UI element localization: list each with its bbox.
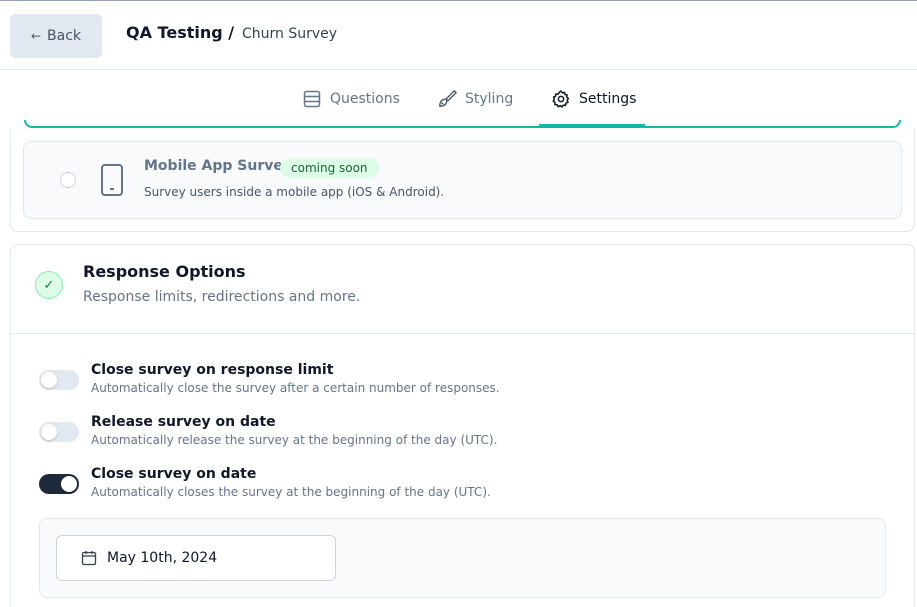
check-icon: ✓ (35, 271, 63, 299)
tab-settings[interactable]: Settings (539, 71, 645, 126)
tab-questions[interactable]: Questions (302, 71, 400, 126)
response-options-title[interactable]: Response Options (83, 262, 246, 281)
calendar-icon (81, 551, 97, 566)
close-date-picker[interactable]: May 10th, 2024 (56, 535, 336, 581)
smartphone-icon (101, 164, 123, 196)
editor-tabs: Questions Styling Settings (0, 71, 917, 126)
toggle-knob (41, 424, 57, 440)
toggle-knob (61, 476, 77, 492)
gear-icon (552, 89, 570, 108)
response-options-description: Response limits, redirections and more. (83, 289, 361, 305)
selected-option-border (24, 120, 901, 128)
close-on-response-limit-description: Automatically close the survey after a c… (91, 381, 500, 395)
mobile-app-survey-description: Survey users inside a mobile app (iOS & … (144, 185, 445, 199)
back-button-label: Back (47, 28, 82, 44)
divider (11, 333, 914, 334)
tab-settings-label: Settings (579, 90, 637, 107)
survey-name[interactable]: Churn Survey (242, 26, 337, 42)
release-on-date-title: Release survey on date (91, 414, 276, 430)
mobile-app-survey-option (23, 141, 902, 219)
close-on-response-limit-toggle[interactable] (39, 370, 79, 390)
mobile-app-survey-title: Mobile App Survey (144, 158, 292, 174)
close-on-response-limit-title: Close survey on response limit (91, 362, 334, 378)
close-on-date-title: Close survey on date (91, 466, 257, 482)
list-icon (303, 90, 321, 107)
release-on-date-toggle[interactable] (39, 422, 79, 442)
tab-styling[interactable]: Styling (437, 71, 513, 126)
toggle-knob (41, 372, 57, 388)
tab-questions-label: Questions (330, 90, 400, 107)
close-on-date-description: Automatically closes the survey at the b… (91, 485, 491, 499)
tab-styling-label: Styling (465, 90, 514, 107)
release-on-date-description: Automatically release the survey at the … (91, 433, 498, 447)
paintbrush-icon (439, 89, 457, 107)
breadcrumb-project[interactable]: QA Testing / (126, 23, 234, 42)
close-date-value: May 10th, 2024 (107, 550, 218, 566)
mobile-app-radio[interactable] (60, 172, 76, 188)
top-bar: ← Back QA Testing / Churn Survey (0, 0, 917, 70)
close-on-date-toggle[interactable] (39, 474, 79, 494)
coming-soon-badge: coming soon (280, 158, 379, 178)
arrow-left-icon: ← (30, 29, 42, 43)
back-button[interactable]: ← Back (10, 14, 102, 58)
